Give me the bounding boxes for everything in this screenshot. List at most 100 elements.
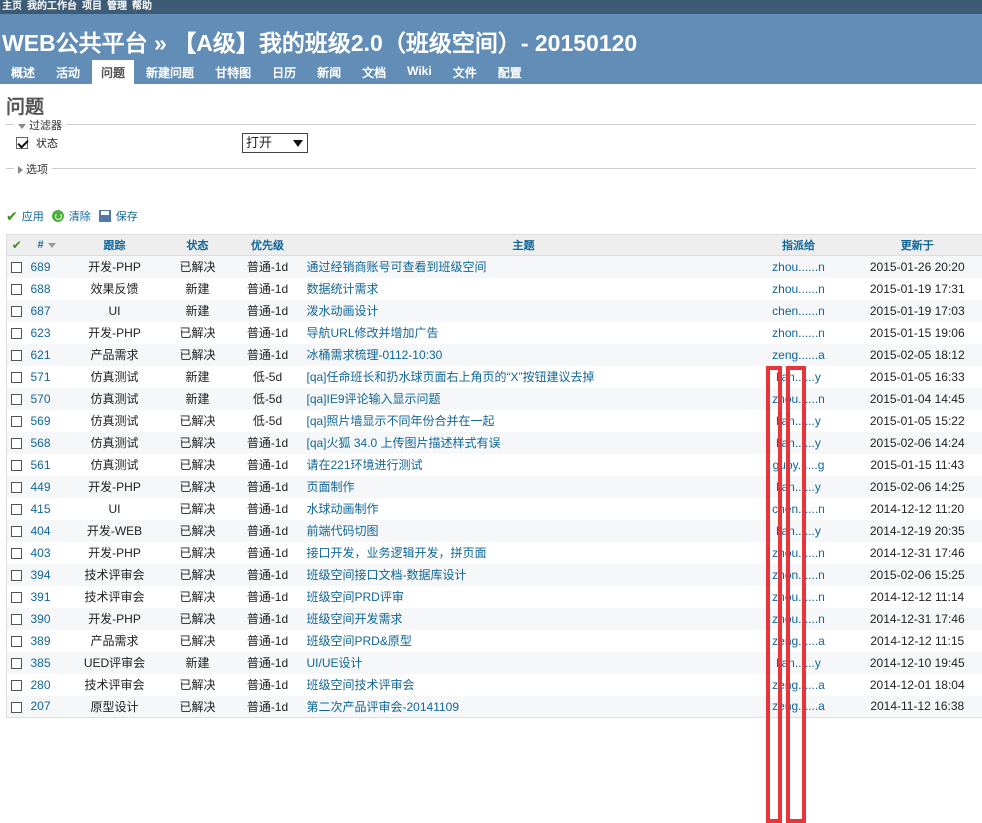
- tab-5[interactable]: 日历: [263, 60, 305, 84]
- tab-10[interactable]: 配置: [489, 60, 531, 84]
- subject-link[interactable]: [qa]IE9评论输入显示问题: [303, 388, 745, 410]
- assignee-link[interactable]: lian......y: [745, 432, 853, 454]
- column-header-priority[interactable]: 优先级: [233, 235, 303, 256]
- row-select-checkbox[interactable]: [11, 394, 22, 405]
- column-header-assignee[interactable]: 指派给: [745, 235, 853, 256]
- row-select-checkbox[interactable]: [11, 350, 22, 361]
- subject-link[interactable]: 班级空间开发需求: [303, 608, 745, 630]
- assignee-link[interactable]: zhou......n: [745, 542, 853, 564]
- column-header-id[interactable]: #: [27, 235, 67, 256]
- tab-7[interactable]: 文档: [353, 60, 395, 84]
- issue-id-link[interactable]: 449: [27, 476, 67, 498]
- assignee-link[interactable]: lian......y: [745, 520, 853, 542]
- tab-8[interactable]: Wiki: [398, 60, 441, 84]
- column-header-status[interactable]: 状态: [163, 235, 233, 256]
- row-select-checkbox[interactable]: [11, 570, 22, 581]
- table-row[interactable]: 390开发-PHP已解决普通-1d班级空间开发需求zhou......n2014…: [7, 608, 982, 630]
- row-select-checkbox[interactable]: [11, 592, 22, 603]
- top-menu-item[interactable]: 帮助: [132, 1, 152, 12]
- subject-link[interactable]: 前端代码切图: [303, 520, 745, 542]
- save-button[interactable]: 保存: [99, 208, 138, 224]
- issue-id-link[interactable]: 570: [27, 388, 67, 410]
- top-menu-item[interactable]: 管理: [107, 1, 127, 12]
- assignee-link[interactable]: zhou......n: [745, 586, 853, 608]
- assignee-link[interactable]: zhou......n: [745, 388, 853, 410]
- issue-id-link[interactable]: 569: [27, 410, 67, 432]
- assignee-link[interactable]: zhon......n: [745, 564, 853, 586]
- table-row[interactable]: 415UI已解决普通-1d水球动画制作chen......n2014-12-12…: [7, 498, 982, 520]
- table-row[interactable]: 689开发-PHP已解决普通-1d通过经销商账号可查看到班级空间zhou....…: [7, 256, 982, 278]
- subject-link[interactable]: 班级空间技术评审会: [303, 674, 745, 696]
- issue-id-link[interactable]: 404: [27, 520, 67, 542]
- subject-link[interactable]: 水球动画制作: [303, 498, 745, 520]
- subject-link[interactable]: 请在221环境进行测试: [303, 454, 745, 476]
- row-select-checkbox[interactable]: [11, 438, 22, 449]
- row-select-checkbox[interactable]: [11, 636, 22, 647]
- options-legend[interactable]: 选项: [14, 161, 52, 177]
- assignee-link[interactable]: chen......n: [745, 300, 853, 322]
- subject-link[interactable]: 第二次产品评审会-20141109: [303, 696, 745, 718]
- issue-id-link[interactable]: 688: [27, 278, 67, 300]
- issue-id-link[interactable]: 390: [27, 608, 67, 630]
- row-select-checkbox[interactable]: [11, 262, 22, 273]
- column-header-subject[interactable]: 主题: [303, 235, 745, 256]
- table-row[interactable]: 391技术评审会已解决普通-1d班级空间PRD评审zhou......n2014…: [7, 586, 982, 608]
- subject-link[interactable]: 页面制作: [303, 476, 745, 498]
- row-select-checkbox[interactable]: [11, 284, 22, 295]
- issue-id-link[interactable]: 415: [27, 498, 67, 520]
- toggle-all-checkbox[interactable]: ✔: [7, 235, 27, 256]
- subject-link[interactable]: [qa]任命班长和扔水球页面右上角页的“X”按钮建议去掉: [303, 366, 745, 388]
- assignee-link[interactable]: zeng......a: [745, 674, 853, 696]
- assignee-link[interactable]: zeng......a: [745, 696, 853, 718]
- issue-id-link[interactable]: 687: [27, 300, 67, 322]
- top-menu-item[interactable]: 我的工作台: [27, 1, 77, 12]
- table-row[interactable]: 385UED评审会新建普通-1dUI/UE设计lian......y2014-1…: [7, 652, 982, 674]
- issue-id-link[interactable]: 571: [27, 366, 67, 388]
- issue-id-link[interactable]: 621: [27, 344, 67, 366]
- assignee-link[interactable]: zhou......n: [745, 278, 853, 300]
- top-menu-item[interactable]: 项目: [82, 1, 102, 12]
- row-select-checkbox[interactable]: [11, 680, 22, 691]
- assignee-link[interactable]: zhou......n: [745, 608, 853, 630]
- table-row[interactable]: 403开发-PHP已解决普通-1d接口开发，业务逻辑开发，拼页面zhou....…: [7, 542, 982, 564]
- table-row[interactable]: 449开发-PHP已解决普通-1d页面制作lian......y2015-02-…: [7, 476, 982, 498]
- assignee-link[interactable]: zeng......a: [745, 344, 853, 366]
- assignee-link[interactable]: zhou......n: [745, 256, 853, 278]
- status-operator-select[interactable]: 打开: [242, 133, 308, 153]
- assignee-link[interactable]: chen......n: [745, 498, 853, 520]
- clear-button[interactable]: 清除: [52, 208, 91, 224]
- row-select-checkbox[interactable]: [11, 372, 22, 383]
- assignee-link[interactable]: lian......y: [745, 652, 853, 674]
- column-header-updated[interactable]: 更新于: [853, 235, 982, 256]
- table-row[interactable]: 687UI新建普通-1d泼水动画设计chen......n2015-01-19 …: [7, 300, 982, 322]
- subject-link[interactable]: 数据统计需求: [303, 278, 745, 300]
- subject-link[interactable]: UI/UE设计: [303, 652, 745, 674]
- table-row[interactable]: 568仿真测试已解决普通-1d[qa]火狐 34.0 上传图片描述样式有误lia…: [7, 432, 982, 454]
- issue-id-link[interactable]: 689: [27, 256, 67, 278]
- issue-id-link[interactable]: 389: [27, 630, 67, 652]
- issue-id-link[interactable]: 394: [27, 564, 67, 586]
- table-row[interactable]: 688效果反馈新建普通-1d数据统计需求zhou......n2015-01-1…: [7, 278, 982, 300]
- subject-link[interactable]: 通过经销商账号可查看到班级空间: [303, 256, 745, 278]
- table-row[interactable]: 621产品需求已解决普通-1d冰桶需求梳理-0112-10:30zeng....…: [7, 344, 982, 366]
- row-select-checkbox[interactable]: [11, 482, 22, 493]
- issue-id-link[interactable]: 391: [27, 586, 67, 608]
- tab-9[interactable]: 文件: [444, 60, 486, 84]
- subject-link[interactable]: 班级空间接口文档-数据库设计: [303, 564, 745, 586]
- issue-id-link[interactable]: 207: [27, 696, 67, 718]
- table-row[interactable]: 569仿真测试已解决低-5d[qa]照片墙显示不同年份合并在一起lian....…: [7, 410, 982, 432]
- column-header-tracker[interactable]: 跟踪: [67, 235, 163, 256]
- table-row[interactable]: 623开发-PHP已解决普通-1d导航URL修改并增加广告zhon......n…: [7, 322, 982, 344]
- subject-link[interactable]: 泼水动画设计: [303, 300, 745, 322]
- table-row[interactable]: 207原型设计已解决普通-1d第二次产品评审会-20141109zeng....…: [7, 696, 982, 718]
- issue-id-link[interactable]: 561: [27, 454, 67, 476]
- subject-link[interactable]: 班级空间PRD&原型: [303, 630, 745, 652]
- row-select-checkbox[interactable]: [11, 328, 22, 339]
- assignee-link[interactable]: guoy......g: [745, 454, 853, 476]
- issue-id-link[interactable]: 623: [27, 322, 67, 344]
- subject-link[interactable]: 导航URL修改并增加广告: [303, 322, 745, 344]
- assignee-link[interactable]: lian......y: [745, 366, 853, 388]
- tab-3[interactable]: 新建问题: [137, 60, 203, 84]
- table-row[interactable]: 404开发-WEB已解决普通-1d前端代码切图lian......y2014-1…: [7, 520, 982, 542]
- row-select-checkbox[interactable]: [11, 526, 22, 537]
